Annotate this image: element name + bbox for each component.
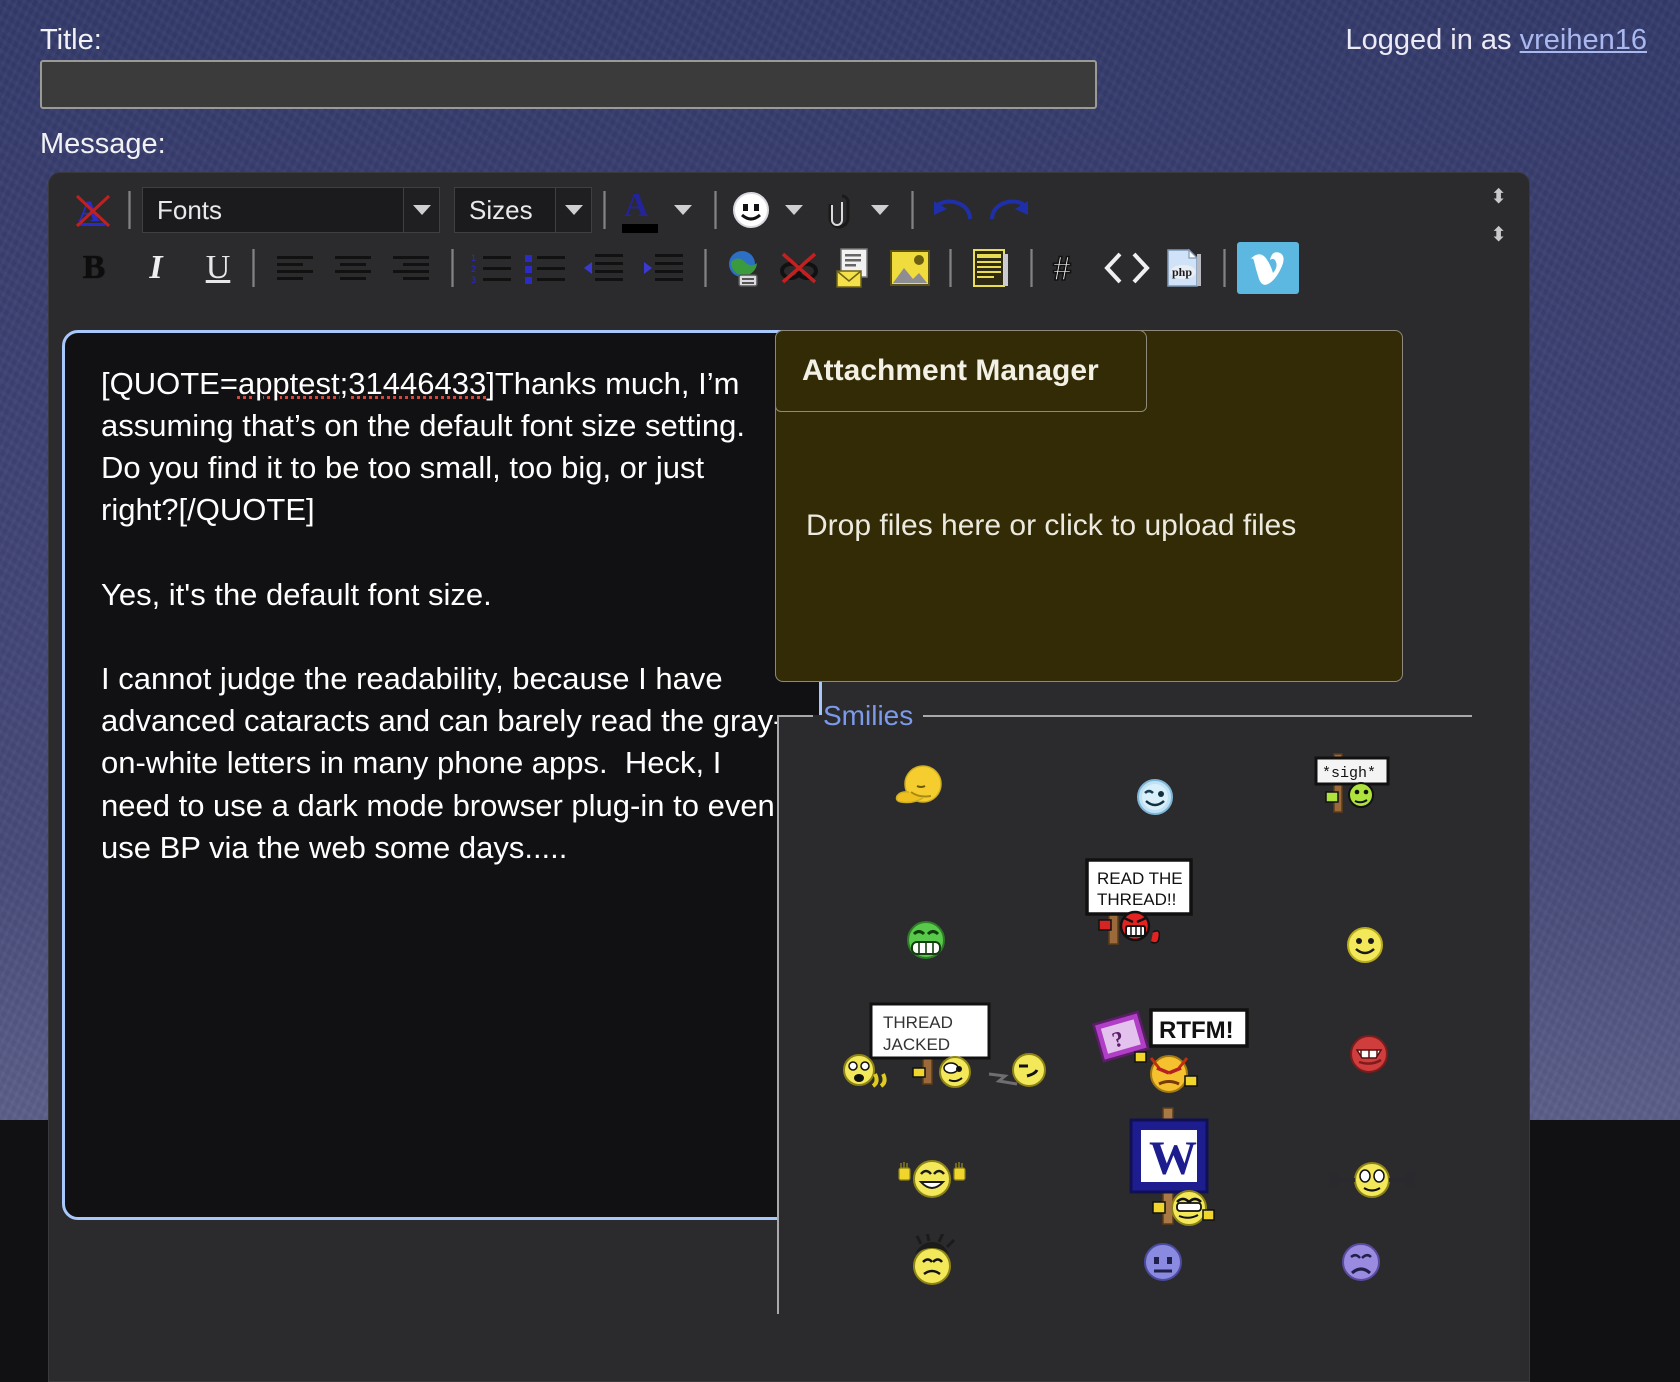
chevron-down-icon[interactable] — [404, 187, 440, 233]
toolbar-separator — [911, 191, 914, 229]
page-header: Title: Logged in as vreihen16 Message: — [0, 0, 1680, 168]
smiley-plain-yellow[interactable] — [1344, 924, 1386, 966]
toolbar-separator — [128, 191, 131, 229]
scroll-up-icon[interactable]: ⬍ — [1490, 187, 1507, 207]
outdent-button[interactable] — [573, 245, 633, 291]
smiley-hair-pull[interactable] — [899, 1234, 965, 1294]
smilies-panel: Smilies *sigh* READ THE THREAD!! THREAD … — [777, 700, 1472, 1314]
toolbar-separator — [704, 249, 707, 287]
smilies-grid: *sigh* READ THE THREAD!! THREAD JACKED ?… — [779, 732, 1472, 1314]
font-color-icon[interactable]: A — [617, 187, 663, 233]
insert-email-button[interactable] — [826, 245, 882, 291]
svg-text:2: 2 — [471, 264, 476, 274]
bold-button[interactable]: B — [71, 245, 117, 291]
insert-video-button[interactable] — [1237, 242, 1299, 294]
chevron-down-icon[interactable] — [860, 187, 900, 233]
smiley-blue-wink[interactable] — [1134, 776, 1176, 818]
toolbar-separator — [451, 249, 454, 287]
redo-icon[interactable] — [981, 187, 1037, 233]
smiley-facepalm[interactable] — [887, 762, 949, 816]
insert-hash-button[interactable]: # — [1044, 245, 1098, 291]
smiley-welcome-sign[interactable]: W — [1119, 1100, 1229, 1236]
sizes-select[interactable]: Sizes — [454, 187, 592, 233]
insert-link-button[interactable] — [718, 245, 772, 291]
remove-formatting-icon[interactable]: A — [71, 187, 117, 233]
toolbar-separator — [714, 191, 717, 229]
logged-in-label: Logged in as — [1345, 24, 1520, 56]
smiley-clap[interactable] — [897, 1152, 967, 1202]
toolbar-scroll-controls[interactable]: ⬍ ⬍ — [1490, 187, 1507, 245]
undo-icon[interactable] — [925, 187, 981, 233]
svg-text:RTFM!: RTFM! — [1159, 1017, 1234, 1044]
smiley-rtfm-sign[interactable]: ? RTFM! — [1077, 1000, 1257, 1110]
chevron-down-icon[interactable] — [663, 187, 703, 233]
smiley-read-the-thread-sign[interactable]: READ THE THREAD!! — [1077, 848, 1213, 960]
smiley-sigh-sign[interactable]: *sigh* — [1306, 748, 1402, 826]
logged-in-status: Logged in as vreihen16 — [1345, 24, 1647, 57]
svg-text:1: 1 — [471, 253, 476, 263]
toolbar-separator — [603, 191, 606, 229]
svg-text:THREAD: THREAD — [883, 1013, 953, 1032]
smiley-green-grin[interactable] — [904, 918, 948, 962]
fonts-select[interactable]: Fonts — [142, 187, 440, 233]
svg-text:JACKED: JACKED — [883, 1035, 950, 1054]
svg-text:3: 3 — [471, 275, 476, 284]
svg-text:php: php — [1172, 265, 1192, 279]
message-textarea[interactable]: [QUOTE=apptest;31446433]Thanks much, I’m… — [62, 330, 822, 1220]
username-link[interactable]: vreihen16 — [1520, 24, 1647, 56]
svg-text:THREAD!!: THREAD!! — [1097, 890, 1176, 909]
toolbar-row-2: B I U 1 2 3 # php — [49, 239, 1529, 297]
svg-text:*sigh*: *sigh* — [1322, 765, 1376, 782]
smiley-weight-lift[interactable] — [1327, 1156, 1417, 1204]
toolbar-separator — [1030, 249, 1033, 287]
smiley-red-angry[interactable] — [1347, 1032, 1391, 1076]
message-paragraph-3: I cannot judge the readability, because … — [101, 661, 784, 865]
title-input[interactable] — [40, 60, 1097, 109]
smilies-legend: Smilies — [823, 700, 914, 731]
toolbar-separator — [1223, 249, 1226, 287]
smiley-blue-sad[interactable] — [1141, 1240, 1185, 1284]
chevron-down-icon[interactable] — [774, 187, 814, 233]
insert-image-button[interactable] — [882, 245, 938, 291]
svg-text:A: A — [624, 187, 649, 224]
sizes-select-value: Sizes — [454, 187, 556, 233]
quote-close: ] — [486, 366, 495, 401]
quote-reference: apptest;31446433 — [237, 366, 487, 401]
message-label: Message: — [40, 128, 166, 160]
unlink-button[interactable] — [772, 245, 826, 291]
toolbar-row-1: A Fonts Sizes A ⬍ ⬍ — [49, 173, 1529, 245]
smiley-purple-sad[interactable] — [1339, 1240, 1383, 1284]
message-paragraph-2: Yes, it's the default font size. — [101, 576, 492, 612]
toolbar-separator — [949, 249, 952, 287]
insert-quote-button[interactable] — [963, 245, 1019, 291]
attachment-dropzone[interactable]: Drop files here or click to upload files — [806, 509, 1296, 543]
message-textarea-wrapper: [QUOTE=apptest;31446433]Thanks much, I’m… — [62, 330, 822, 1220]
insert-code-button[interactable] — [1098, 245, 1156, 291]
insert-php-button[interactable]: php — [1156, 245, 1212, 291]
editor-side-column: Attachment Manager Drop files here or cl… — [775, 330, 1472, 1314]
toolbar-separator — [252, 249, 255, 287]
indent-button[interactable] — [633, 245, 693, 291]
italic-button[interactable]: I — [133, 245, 179, 291]
attachment-manager-panel: Attachment Manager Drop files here or cl… — [775, 330, 1403, 682]
unordered-list-button[interactable] — [519, 245, 573, 291]
smiley-thread-jacked-sign[interactable]: THREAD JACKED — [831, 988, 1071, 1104]
scroll-down-icon[interactable]: ⬍ — [1490, 225, 1507, 245]
svg-text:READ THE: READ THE — [1097, 869, 1183, 888]
smilie-icon[interactable] — [728, 187, 774, 233]
align-left-button[interactable] — [266, 245, 324, 291]
attachment-manager-header[interactable]: Attachment Manager — [775, 330, 1147, 412]
fonts-select-value: Fonts — [142, 187, 404, 233]
title-label: Title: — [40, 24, 102, 56]
chevron-down-icon[interactable] — [556, 187, 592, 233]
svg-text:#: # — [1053, 249, 1071, 287]
svg-text:W: W — [1149, 1132, 1197, 1185]
quote-open: [QUOTE= — [101, 366, 238, 401]
underline-button[interactable]: U — [195, 245, 241, 291]
align-right-button[interactable] — [382, 245, 440, 291]
attachment-icon[interactable] — [814, 187, 860, 233]
align-center-button[interactable] — [324, 245, 382, 291]
ordered-list-button[interactable]: 1 2 3 — [465, 245, 519, 291]
